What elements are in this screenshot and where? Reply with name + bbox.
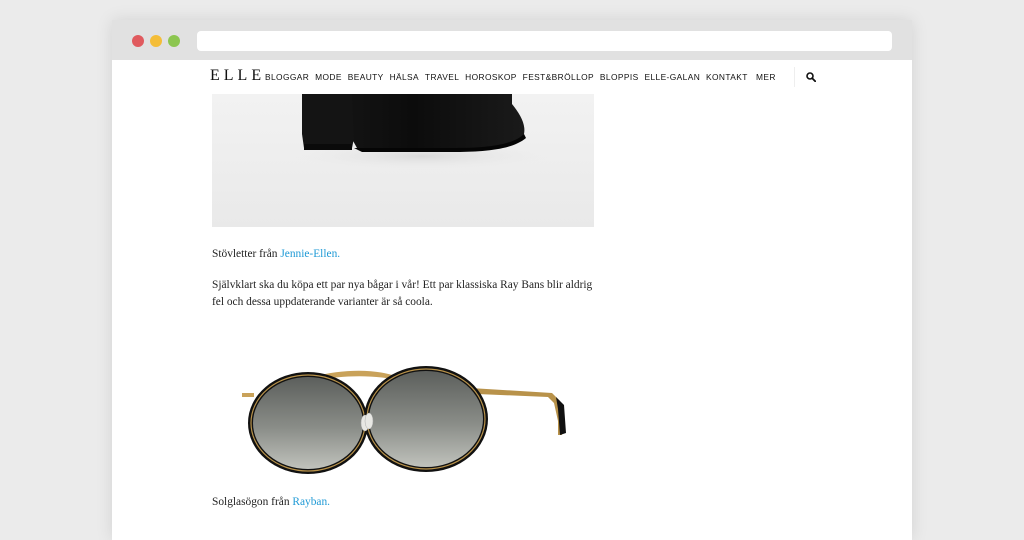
address-bar[interactable]: [197, 31, 892, 51]
sunglasses-caption: Solglasögon från Rayban.: [212, 494, 330, 511]
nav-item-halsa[interactable]: HÄLSA: [390, 71, 419, 83]
close-window-button[interactable]: [132, 35, 144, 47]
rayban-link[interactable]: Rayban.: [292, 496, 330, 508]
boot-caption-text: Stövletter från: [212, 248, 281, 260]
nav-item-travel[interactable]: TRAVEL: [425, 71, 459, 83]
nav-item-horoskop[interactable]: HOROSKOP: [465, 71, 517, 83]
sunglasses-caption-text: Solglasögon från: [212, 496, 293, 508]
boot-product-image: [212, 94, 594, 227]
main-menu: BLOGGAR MODE BEAUTY HÄLSA TRAVEL HOROSKO…: [265, 71, 754, 83]
browser-window: ELLE BLOGGAR MODE BEAUTY HÄLSA TRAVEL HO…: [112, 20, 912, 540]
search-icon[interactable]: [806, 72, 816, 82]
minimize-window-button[interactable]: [150, 35, 162, 47]
jennie-ellen-link[interactable]: Jennie-Ellen.: [280, 248, 340, 260]
boot-illustration: [292, 94, 552, 170]
nav-item-beauty[interactable]: BEAUTY: [348, 71, 384, 83]
maximize-window-button[interactable]: [168, 35, 180, 47]
browser-chrome: [112, 20, 912, 60]
nav-item-bloppis[interactable]: BLOPPIS: [600, 71, 639, 83]
nav-divider: [794, 67, 795, 87]
nav-item-mode[interactable]: MODE: [315, 71, 342, 83]
more-menu-button[interactable]: MER: [756, 71, 776, 83]
sunglasses-product-image: [242, 366, 566, 474]
article-paragraph: Självklart ska du köpa ett par nya bågar…: [212, 279, 593, 308]
nav-item-kontakt[interactable]: KONTAKT: [706, 71, 748, 83]
nav-item-elle-galan[interactable]: ELLE-GALAN: [644, 71, 700, 83]
elle-logo[interactable]: ELLE: [210, 67, 265, 85]
nav-item-fest-brollop[interactable]: FEST&BRÖLLOP: [523, 71, 594, 83]
nav-item-bloggar[interactable]: BLOGGAR: [265, 71, 309, 83]
site-navigation: ELLE BLOGGAR MODE BEAUTY HÄLSA TRAVEL HO…: [112, 60, 912, 94]
boot-caption: Stövletter från Jennie-Ellen.: [212, 246, 340, 263]
